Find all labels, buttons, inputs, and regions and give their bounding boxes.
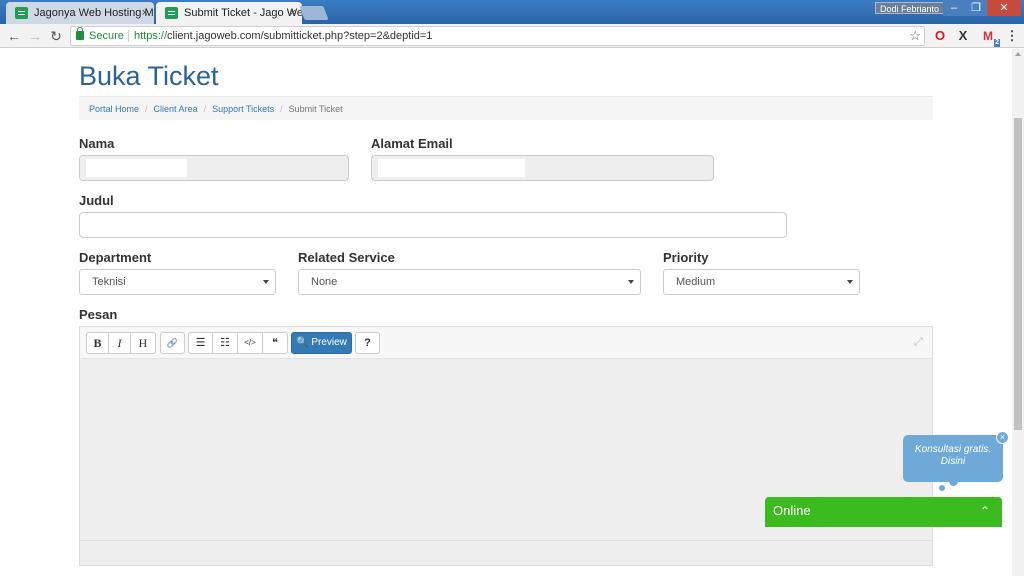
ordered-list-icon[interactable]: ☷ (212, 332, 238, 354)
related-service-value: None (311, 276, 338, 288)
scrollbar-thumb[interactable] (1014, 118, 1022, 430)
email-label: Alamat Email (371, 136, 453, 151)
related-service-label: Related Service (298, 250, 395, 265)
secure-label: Secure (89, 30, 124, 42)
browser-menu-icon[interactable]: ⋮ (1004, 28, 1020, 44)
breadcrumb-separator: / (145, 104, 148, 114)
live-chat-bar[interactable]: Online ⌃ (765, 497, 1002, 527)
breadcrumb-separator: / (203, 104, 207, 114)
url-text[interactable]: https://client.jagoweb.com/submitticket.… (134, 27, 432, 45)
unordered-list-icon[interactable]: ☰ (188, 332, 213, 354)
url-path: client.jagoweb.com/submitticket.php?step… (167, 30, 433, 42)
lock-icon (76, 27, 84, 40)
department-select[interactable]: Teknisi (79, 269, 276, 295)
url-scheme: https:// (134, 30, 168, 42)
email-field[interactable] (371, 155, 714, 181)
address-bar[interactable]: Secure https://client.jagoweb.com/submit… (70, 26, 925, 46)
window-close-button[interactable]: ✕ (987, 0, 1021, 16)
quote-icon[interactable]: ❝ (262, 332, 288, 354)
chat-invite-bubble[interactable]: Konsultasi gratis. Disini (903, 435, 1003, 482)
opera-extension-icon[interactable]: O (932, 28, 948, 44)
breadcrumb-submit-ticket: Submit Ticket (288, 104, 343, 114)
tab-close-icon[interactable]: × (142, 2, 148, 24)
chevron-up-icon[interactable]: ⌃ (980, 497, 990, 525)
department-value: Teknisi (92, 276, 126, 288)
judul-label: Judul (79, 193, 114, 208)
chevron-down-icon (263, 280, 269, 284)
tab-close-icon[interactable]: × (290, 2, 296, 24)
italic-button[interactable]: I (108, 332, 131, 354)
judul-input[interactable] (79, 212, 787, 238)
window-minimize-button[interactable]: – (943, 0, 965, 16)
help-icon[interactable]: ? (355, 332, 380, 354)
chat-bubble-tail (949, 477, 958, 486)
tab-jagonya[interactable]: Jagonya Web Hosting M × (6, 2, 154, 24)
address-divider (128, 30, 129, 42)
breadcrumb: Portal Home / Client Area / Support Tickets /… (79, 96, 933, 120)
preview-button[interactable]: 🔍 Preview (291, 332, 352, 354)
back-icon[interactable]: ← (6, 27, 22, 45)
pesan-label: Pesan (79, 307, 118, 322)
code-icon[interactable]: </> (237, 332, 263, 354)
priority-value: Medium (676, 276, 716, 288)
chevron-down-icon (847, 280, 853, 284)
breadcrumb-client-area[interactable]: Client Area (154, 104, 198, 114)
site-favicon-icon (165, 7, 178, 19)
heading-button[interactable]: H (130, 332, 156, 354)
bookmark-star-icon[interactable]: ☆ (909, 27, 921, 45)
related-service-select[interactable]: None (298, 269, 641, 295)
gmail-badge: 2 (994, 39, 1000, 47)
link-icon[interactable]: 🔗 (160, 332, 185, 354)
new-tab-button[interactable] (299, 6, 329, 20)
priority-select[interactable]: Medium (663, 269, 860, 295)
editor-statusbar (80, 540, 932, 565)
x-extension-icon[interactable]: X (955, 28, 971, 44)
forward-icon[interactable]: → (27, 27, 43, 45)
breadcrumb-separator: / (280, 104, 283, 114)
page-title: Buka Ticket (79, 61, 219, 91)
breadcrumb-portal-home[interactable]: Portal Home (89, 104, 139, 114)
nama-field[interactable] (79, 155, 349, 181)
editor-toolbar: B I H 🔗 ☰ ☷ </> ❝ 🔍 Preview ? ⤢ (80, 327, 932, 359)
browser-tabstrip: Jagonya Web Hosting M × Submit Ticket - … (0, 0, 1024, 24)
breadcrumb-support-tickets[interactable]: Support Tickets (212, 104, 274, 114)
department-label: Department (79, 250, 152, 265)
bold-button[interactable]: B (86, 332, 109, 354)
chat-bubble-tail (939, 485, 945, 491)
chat-close-icon[interactable]: × (996, 431, 1009, 444)
email-redacted-value (378, 159, 525, 177)
tab-title: Jagonya Web Hosting M (34, 7, 154, 19)
tab-title: Submit Ticket - Jago Web (184, 7, 302, 19)
reload-icon[interactable]: ↻ (48, 27, 64, 45)
tab-submit-ticket[interactable]: Submit Ticket - Jago Web × (156, 2, 302, 24)
priority-label: Priority (663, 250, 709, 265)
message-editor: B I H 🔗 ☰ ☷ </> ❝ 🔍 Preview ? ⤢ (79, 326, 933, 566)
chat-status: Online (773, 503, 811, 518)
browser-toolbar: ← → ↻ Secure https://client.jagoweb.com/… (0, 24, 1024, 48)
nama-redacted-value (86, 159, 187, 177)
site-favicon-icon (15, 7, 28, 19)
gmail-letter: M (983, 29, 993, 43)
browser-user-profile[interactable]: Dodi Febrianto (875, 2, 945, 14)
scroll-up-arrow-icon[interactable] (1015, 52, 1021, 56)
fullscreen-expand-icon[interactable]: ⤢ (914, 337, 924, 348)
nama-label: Nama (79, 136, 115, 151)
gmail-extension-icon[interactable]: M2 (980, 28, 1000, 47)
chevron-down-icon (628, 280, 634, 284)
window-maximize-button[interactable]: ❐ (965, 0, 987, 16)
